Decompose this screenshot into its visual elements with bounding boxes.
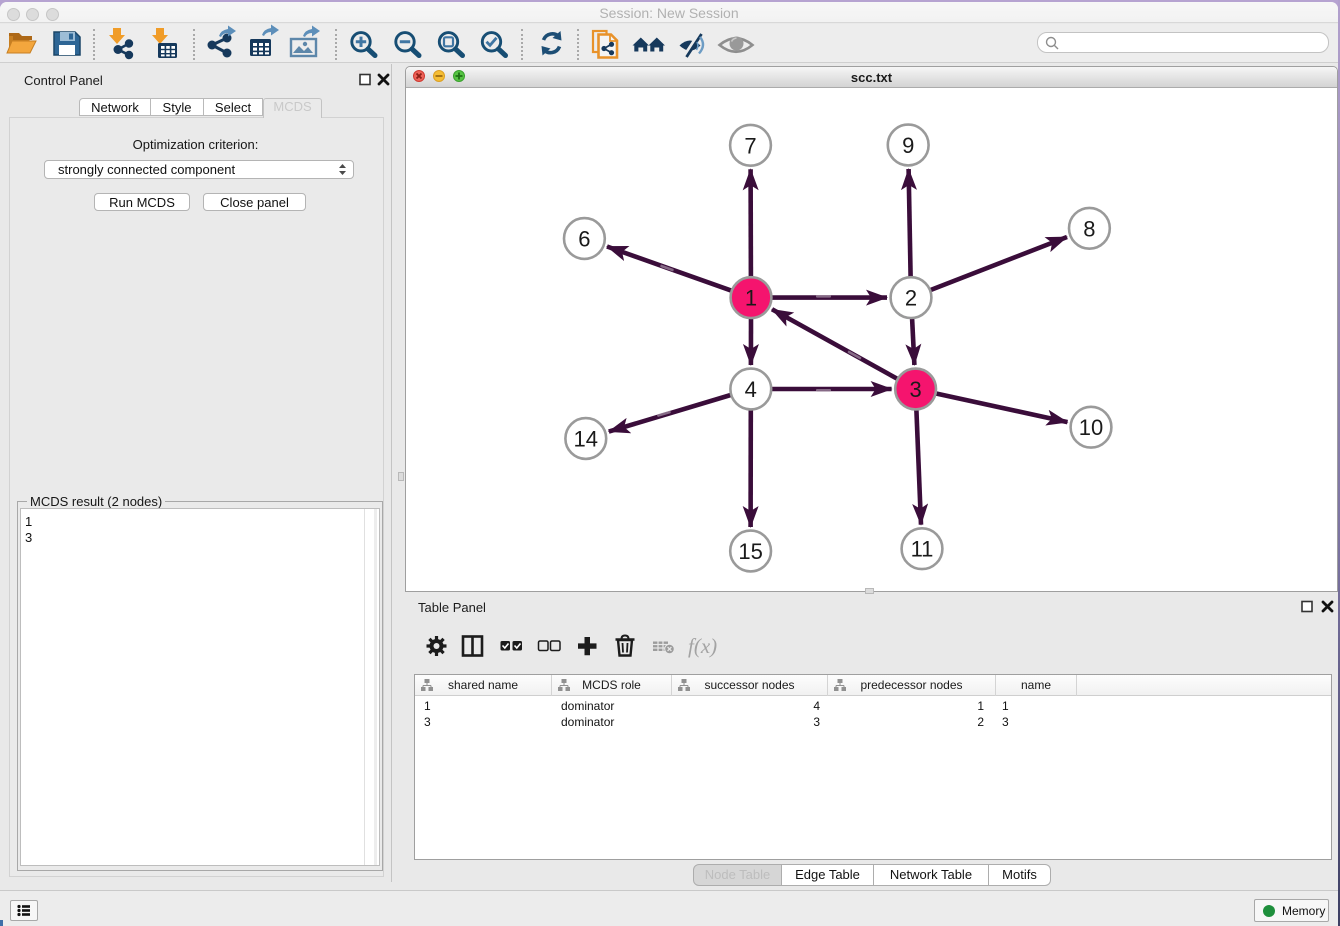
svg-text:11: 11	[911, 537, 934, 562]
svg-text:7: 7	[744, 133, 756, 158]
svg-text:f(x): f(x)	[688, 634, 717, 658]
svg-text:3: 3	[909, 377, 921, 402]
svg-text:9: 9	[902, 133, 914, 158]
svg-text:8: 8	[1083, 216, 1095, 241]
svg-text:1: 1	[745, 286, 757, 311]
svg-text:10: 10	[1079, 415, 1103, 440]
svg-text:4: 4	[745, 377, 757, 402]
svg-text:2: 2	[905, 286, 917, 311]
svg-text:15: 15	[738, 539, 762, 564]
svg-text:6: 6	[578, 227, 590, 252]
svg-text:14: 14	[574, 427, 598, 452]
